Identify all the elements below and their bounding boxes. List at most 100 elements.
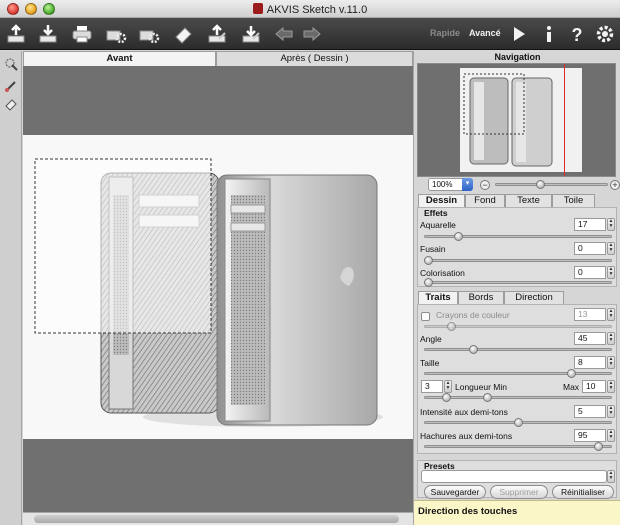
fusain-slider-knob[interactable] [424,256,433,265]
zoom-slider-track[interactable] [495,183,608,186]
batch-processing-button[interactable] [104,22,128,46]
tab-dessin[interactable]: Dessin [418,194,465,207]
longueur-max-input[interactable]: 10 [582,380,606,393]
fusain-stepper[interactable]: ▲ ▼ [607,242,615,255]
zoom-row: 100% ▾ − + [414,177,620,193]
horizontal-scrollbar[interactable] [23,512,413,525]
tab-bords[interactable]: Bords [458,291,504,304]
mode-rapide-button[interactable]: Rapide [430,28,460,38]
effets-title: Effets [424,208,448,218]
erase-button[interactable] [171,22,195,46]
longueur-label: Longueur Min [455,382,507,392]
settings-button[interactable] [593,22,617,46]
longueur-min-stepper[interactable]: ▲ ▼ [444,380,452,393]
zoom-out-button[interactable]: − [480,180,490,190]
angle-slider-track[interactable] [424,348,612,351]
longueur-max-stepper[interactable]: ▲ ▼ [607,380,615,393]
intensite-input[interactable]: 5 [574,405,606,418]
delete-preset-button[interactable]: Supprimer [490,485,548,499]
hachures-slider-track[interactable] [424,445,612,448]
crayons-stepper[interactable]: ▲ ▼ [607,308,615,321]
angle-input[interactable]: 45 [574,332,606,345]
aquarelle-slider-track[interactable] [424,235,612,238]
intensite-label: Intensité aux demi-tons [420,407,508,417]
crayons-input[interactable]: 13 [574,308,606,321]
tab-apres[interactable]: Après ( Dessin ) [216,51,413,66]
hachures-slider-knob[interactable] [594,442,604,451]
share-button[interactable] [205,22,229,46]
tab-toile[interactable]: Toile [552,194,595,207]
zoom-in-button[interactable]: + [610,180,620,190]
colorisation-slider-track[interactable] [424,281,612,284]
presets-select-arrow[interactable]: ▲ ▼ [607,470,615,483]
upload-icon [208,24,226,43]
export-button[interactable] [239,22,263,46]
colorisation-slider-knob[interactable] [424,278,433,287]
run-icon [514,27,525,41]
taille-slider-knob[interactable] [567,369,577,378]
angle-stepper[interactable]: ▲ ▼ [607,332,615,345]
hachures-stepper[interactable]: ▲ ▼ [607,429,615,442]
run-button[interactable] [507,22,531,46]
brush-icon[interactable] [3,78,19,94]
angle-slider-knob[interactable] [468,345,478,354]
settings-panel: Navigation 100% ▾ − + Dessin Fond Texte T… [413,51,620,525]
window-title: AKVIS Sketch v.11.0 [0,3,620,16]
navigation-preview[interactable] [417,63,616,177]
colorisation-input[interactable]: 0 [574,266,606,279]
open-image-button[interactable] [4,22,28,46]
tab-traits[interactable]: Traits [418,291,458,304]
intensite-slider-knob[interactable] [513,418,523,427]
longueur-slider-track[interactable] [424,396,612,399]
zoom-select[interactable]: 100% ▾ [428,178,473,191]
crayons-label: Crayons de couleur [436,310,510,320]
batch-icon [106,30,127,44]
save-image-button[interactable] [36,22,60,46]
aquarelle-slider-knob[interactable] [454,232,464,241]
scrollbar-thumb[interactable] [34,515,399,523]
info-button[interactable] [537,22,561,46]
crayons-slider-knob[interactable] [447,322,457,331]
taille-input[interactable]: 8 [574,356,606,369]
longueur-max-knob[interactable] [483,393,493,402]
tab-direction[interactable]: Direction [504,291,564,304]
eraser-tool-icon[interactable] [3,95,19,111]
longueur-min-input[interactable]: 3 [421,380,443,393]
tool-strip [0,51,22,525]
longueur-max-label: Max [563,382,580,392]
colorisation-stepper[interactable]: ▲ ▼ [607,266,615,279]
fusain-input[interactable]: 0 [574,242,606,255]
redo-button[interactable] [300,22,324,46]
angle-label: Angle [420,334,442,344]
tab-texte[interactable]: Texte [505,194,552,207]
tip-title: Direction des touches [418,506,518,517]
toolbar: Rapide Avancé ? [0,18,620,50]
taille-slider-track[interactable] [424,372,612,375]
export-icon [242,26,260,43]
presets-select[interactable] [421,470,607,483]
info-icon [547,26,551,42]
print-button[interactable] [70,22,94,46]
aquarelle-input[interactable]: 17 [574,218,606,231]
longueur-min-knob[interactable] [441,393,451,402]
help-button[interactable]: ? [565,22,589,46]
mode-avance-button[interactable]: Avancé [469,28,501,38]
main-tabs: Dessin Fond Texte Toile [418,194,616,207]
taille-stepper[interactable]: ▲ ▼ [607,356,615,369]
print-icon [72,26,92,43]
undo-button[interactable] [272,22,296,46]
aquarelle-stepper[interactable]: ▲ ▼ [607,218,615,231]
zoom-slider-knob[interactable] [536,180,545,189]
tab-avant[interactable]: Avant [23,51,216,66]
hachures-input[interactable]: 95 [574,429,606,442]
magic-selection-icon[interactable] [3,56,19,72]
intensite-stepper[interactable]: ▲ ▼ [607,405,615,418]
tab-fond[interactable]: Fond [465,194,505,207]
reset-preset-button[interactable]: Réinitialiser [552,485,614,499]
crayons-checkbox[interactable] [421,312,430,321]
save-preset-button[interactable]: Sauvegarder [424,485,486,499]
fusain-slider-track[interactable] [424,259,612,262]
preferences-button[interactable] [137,22,161,46]
image-preview[interactable] [23,135,413,439]
save-icon [39,25,57,43]
